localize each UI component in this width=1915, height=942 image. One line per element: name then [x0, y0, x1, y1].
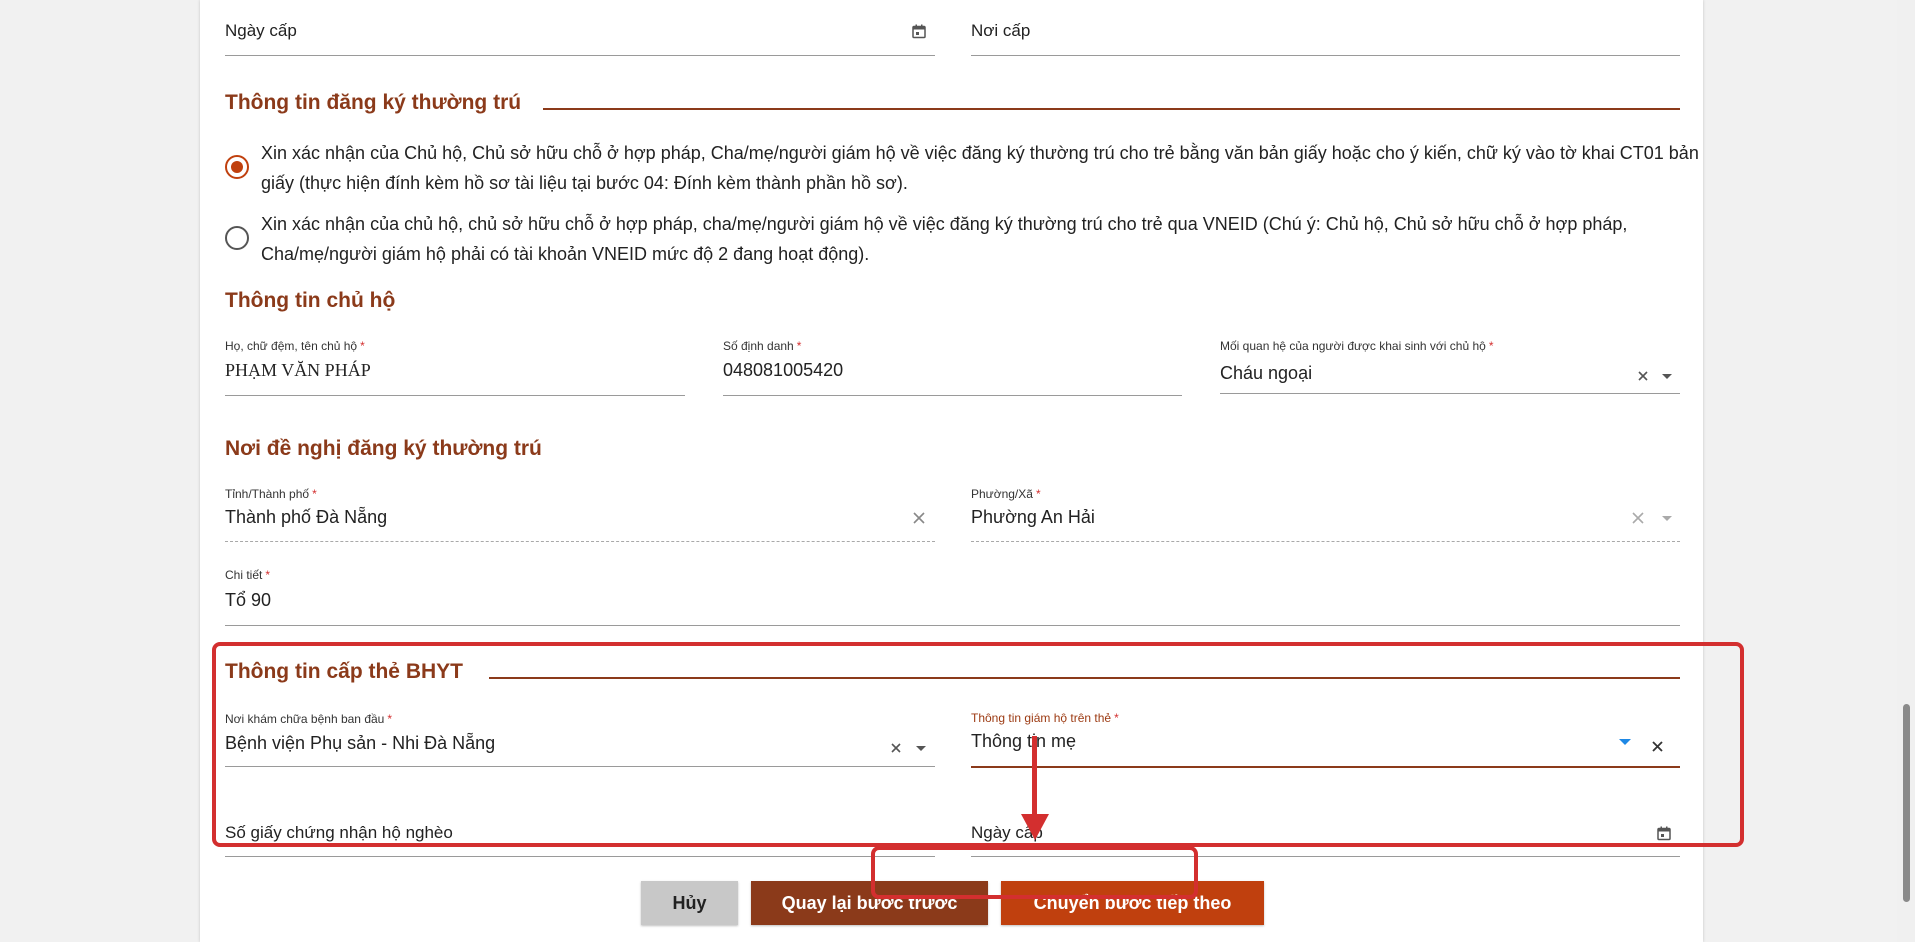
cancel-button[interactable]: Hủy [641, 881, 738, 925]
issue-place-underline [971, 55, 1680, 56]
detail-input[interactable]: Tổ 90 [225, 590, 271, 611]
radio-option2-label[interactable]: Xin xác nhận của chủ hộ, chủ sở hữu chỗ … [261, 209, 1706, 269]
chevron-down-icon[interactable] [1661, 515, 1673, 522]
radio-option1-label[interactable]: Xin xác nhận của Chủ hộ, Chủ sở hữu chỗ … [261, 138, 1706, 198]
relation-select[interactable]: Cháu ngoại [1220, 363, 1312, 384]
scrollbar-thumb[interactable] [1903, 704, 1910, 902]
id-number-input[interactable]: 048081005420 [723, 360, 843, 381]
household-name-input[interactable]: PHẠM VĂN PHÁP [225, 360, 371, 381]
province-label: Tỉnh/Thành phố * [225, 487, 317, 501]
radio-option1-selected[interactable] [224, 154, 250, 180]
province-underline [225, 541, 935, 542]
issue-date-field-top[interactable]: Ngày cấp [225, 21, 297, 41]
ward-underline [971, 541, 1680, 542]
clear-icon[interactable] [1631, 511, 1645, 525]
relation-underline [1220, 393, 1680, 394]
annotation-highlight-next [871, 846, 1198, 899]
section-divider [543, 108, 1680, 110]
province-select[interactable]: Thành phố Đà Nẵng [225, 507, 387, 528]
calendar-icon[interactable] [912, 24, 926, 39]
detail-label: Chi tiết * [225, 568, 271, 582]
section-title-proposed-place: Nơi đề nghị đăng ký thường trú [225, 437, 542, 460]
poverty-cert-underline [225, 856, 935, 857]
chevron-down-icon[interactable] [1661, 373, 1673, 380]
ward-label: Phường/Xã * [971, 487, 1041, 501]
annotation-arrow-icon [1021, 736, 1049, 840]
id-number-underline [723, 395, 1182, 396]
issue-date-underline [225, 55, 935, 56]
detail-underline [225, 625, 1680, 626]
radio-option2[interactable] [224, 225, 250, 251]
id-number-label: Số định danh * [723, 339, 802, 353]
relation-label: Mối quan hệ của người được khai sinh với… [1220, 339, 1494, 353]
clear-icon[interactable] [912, 511, 926, 525]
household-name-underline [225, 395, 685, 396]
clear-icon[interactable] [1637, 370, 1649, 382]
section-title-residence: Thông tin đăng ký thường trú [225, 91, 522, 114]
annotation-highlight-bhyt [212, 642, 1744, 847]
household-name-label: Họ, chữ đệm, tên chủ hộ * [225, 339, 365, 353]
ward-select[interactable]: Phường An Hải [971, 507, 1095, 528]
section-title-household-head: Thông tin chủ hộ [225, 289, 396, 312]
issue-place-field[interactable]: Nơi cấp [971, 21, 1030, 41]
